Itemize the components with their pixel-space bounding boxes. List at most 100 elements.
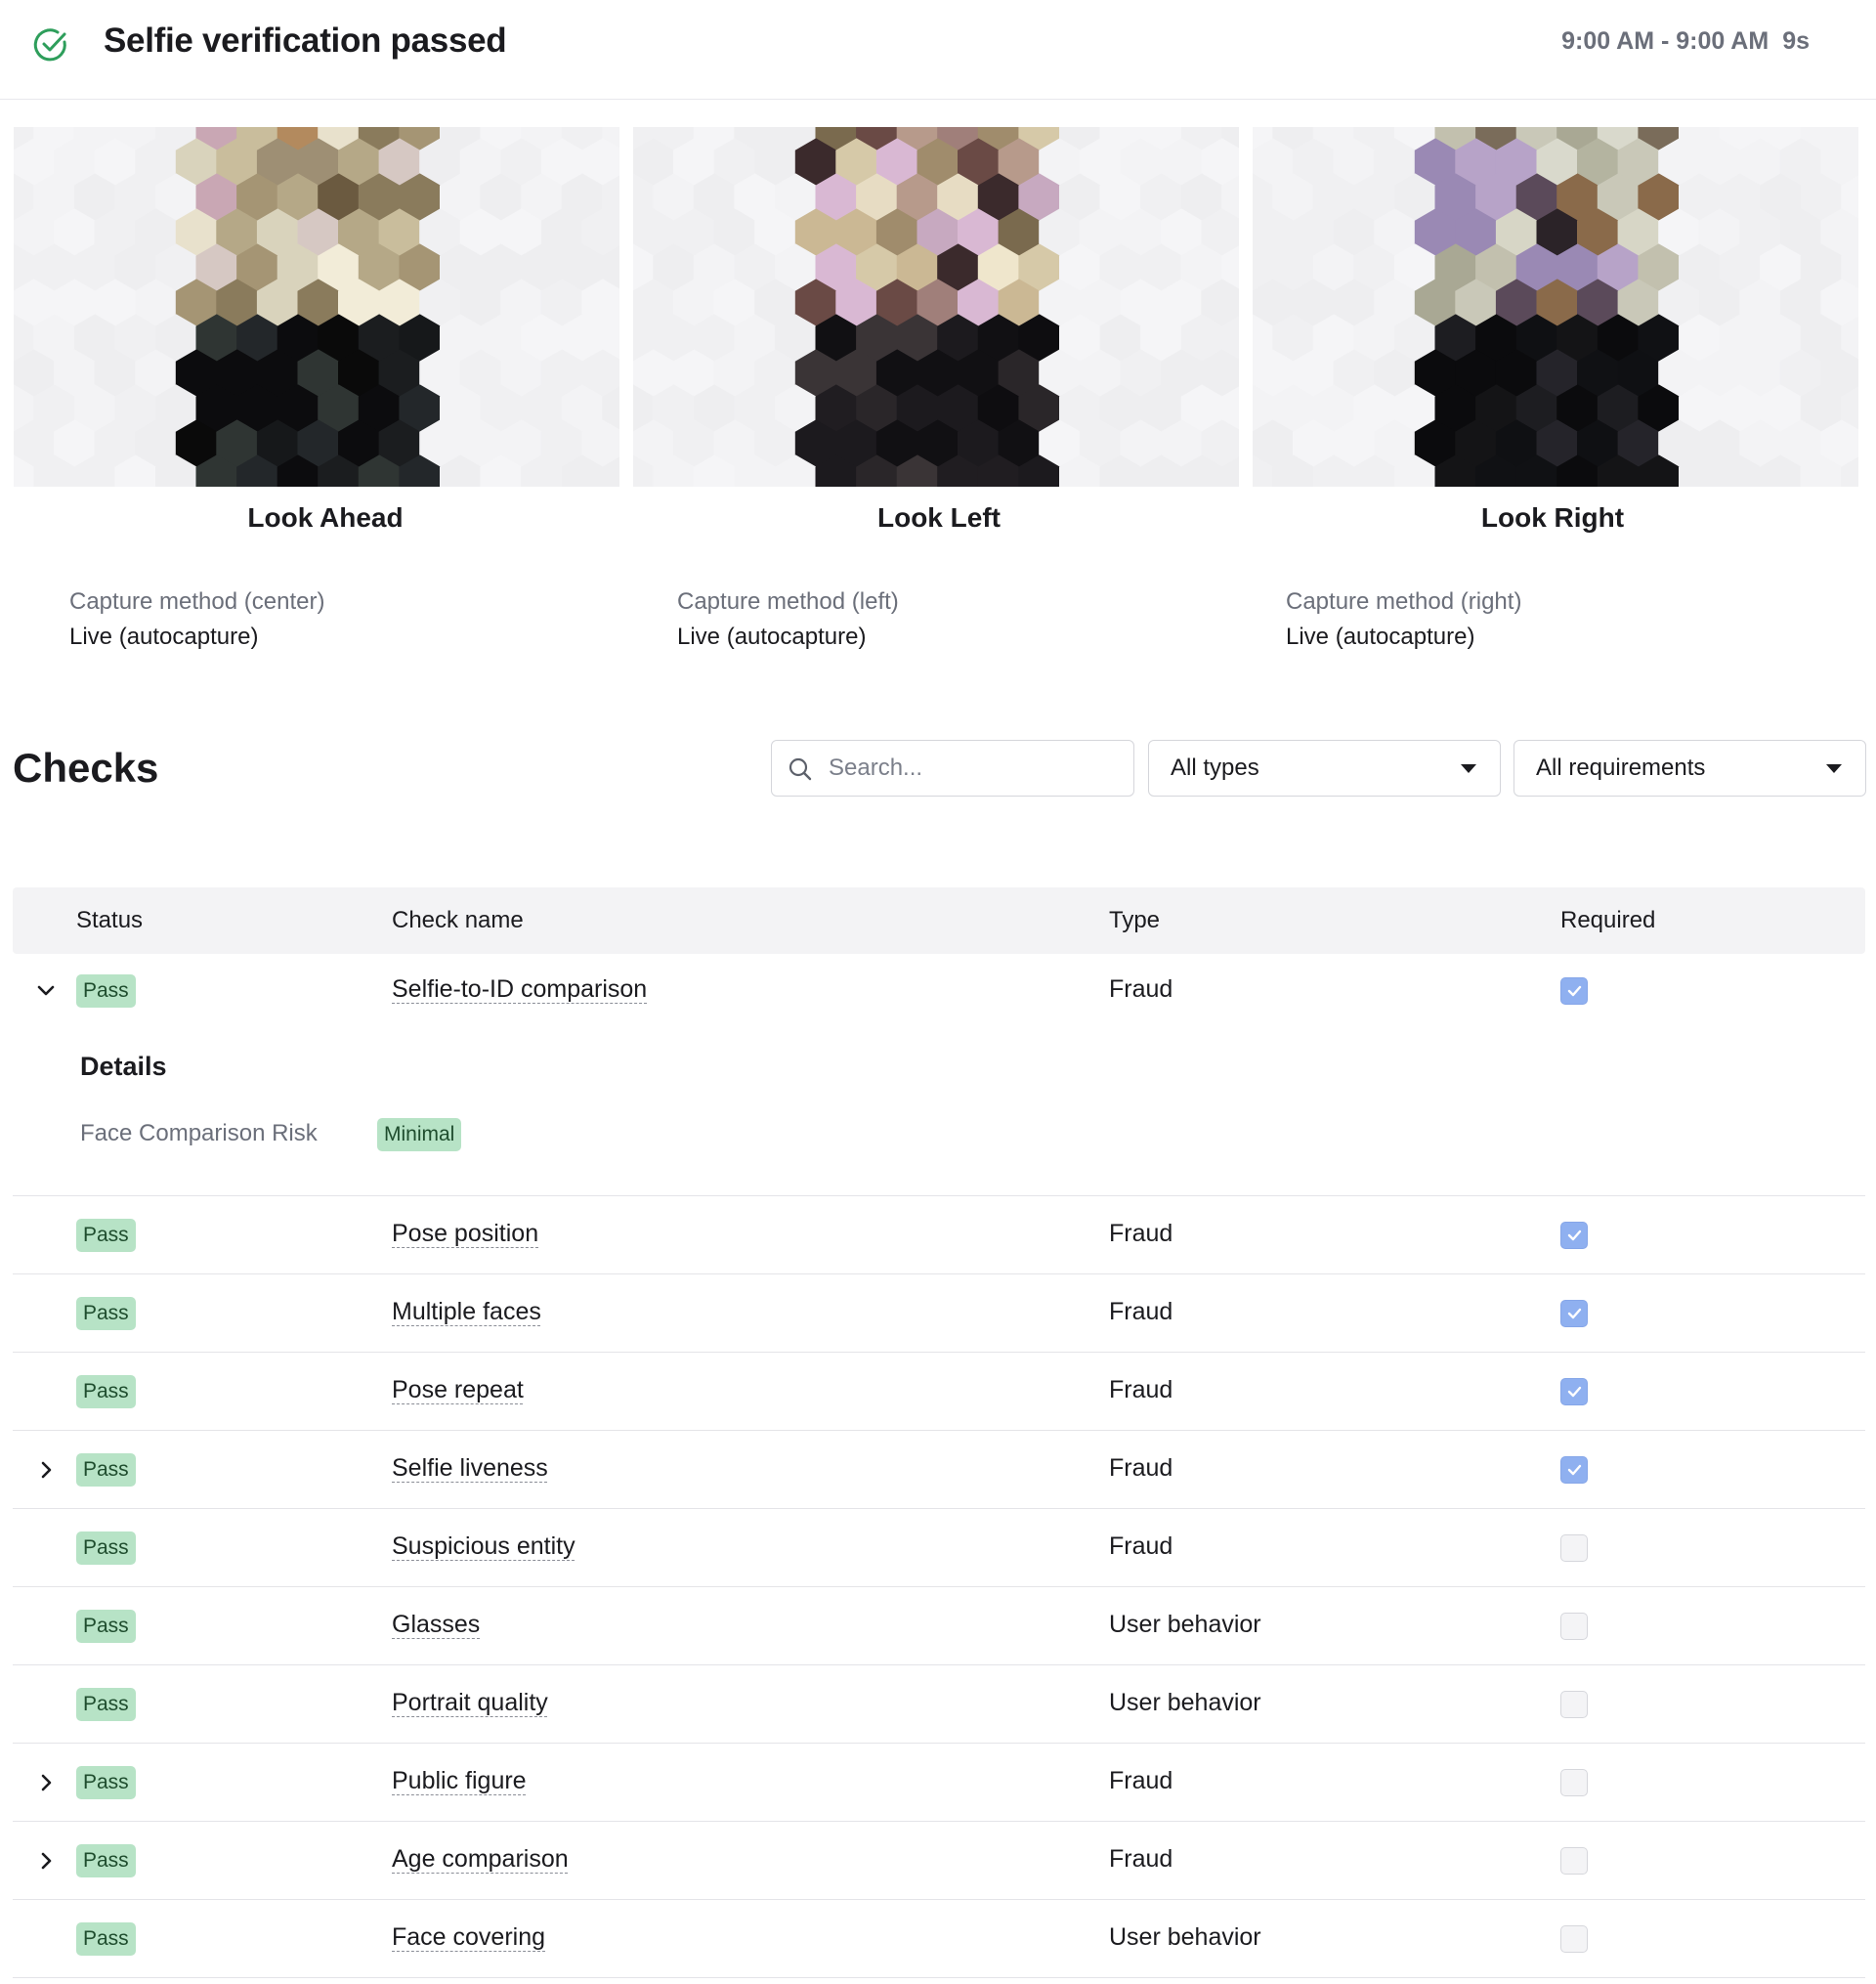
check-name[interactable]: Face covering — [392, 1923, 545, 1952]
table-row[interactable]: Pass Selfie-to-ID comparison Fraud — [13, 954, 1865, 1028]
checks-title: Checks — [13, 745, 159, 791]
checkmark-icon — [1567, 1464, 1582, 1476]
time-range-text: 9:00 AM - 9:00 AM — [1561, 27, 1769, 55]
status-badge: Pass — [76, 974, 136, 1008]
table-row[interactable]: Pass Face covering User behavior — [13, 1900, 1865, 1978]
risk-badge: Minimal — [377, 1118, 462, 1151]
search-input[interactable] — [829, 751, 1122, 786]
search-box[interactable] — [771, 740, 1134, 797]
capture-method-label-left: Capture method (left) — [677, 588, 899, 615]
check-name[interactable]: Public figure — [392, 1767, 527, 1795]
table-row[interactable]: Pass Selfie liveness Fraud — [13, 1431, 1865, 1509]
page-header: Selfie verification passed 9:00 AM - 9:0… — [0, 0, 1876, 100]
check-type: Fraud — [1109, 975, 1173, 1003]
details-title: Details — [80, 1052, 167, 1081]
required-checkbox — [1560, 1456, 1588, 1484]
status-badge: Pass — [76, 1922, 136, 1956]
status-badge: Pass — [76, 1844, 136, 1877]
page-title: Selfie verification passed — [104, 22, 507, 60]
required-checkbox — [1560, 977, 1588, 1005]
required-checkbox — [1560, 1691, 1588, 1718]
table-row[interactable]: Pass Pose repeat Fraud — [13, 1353, 1865, 1431]
table-row[interactable]: Pass Portrait quality User behavior — [13, 1665, 1865, 1744]
caret-down-icon — [1826, 764, 1842, 773]
table-row[interactable]: Pass Multiple faces Fraud — [13, 1274, 1865, 1353]
selfie-mosaic-center — [14, 127, 619, 487]
chevron-right-icon[interactable] — [32, 1847, 60, 1875]
table-row[interactable]: Pass Glasses User behavior — [13, 1587, 1865, 1665]
checkmark-icon — [1567, 1229, 1582, 1241]
selfie-image-right[interactable] — [1253, 127, 1858, 487]
column-header-required[interactable]: Required — [1560, 907, 1655, 934]
check-details-panel: Details Face Comparison Risk Minimal — [13, 1028, 1865, 1196]
check-type: Fraud — [1109, 1454, 1173, 1482]
status-badge: Pass — [76, 1766, 136, 1799]
required-checkbox — [1560, 1925, 1588, 1953]
status-badge: Pass — [76, 1219, 136, 1252]
capture-method-label-right: Capture method (right) — [1286, 588, 1522, 615]
type-filter-select[interactable]: All types — [1148, 740, 1501, 797]
check-name[interactable]: Portrait quality — [392, 1689, 548, 1717]
checkmark-icon — [1567, 1386, 1582, 1398]
check-name[interactable]: Glasses — [392, 1611, 480, 1639]
table-row[interactable]: Pass Public figure Fraud — [13, 1744, 1865, 1822]
search-icon — [789, 757, 812, 781]
check-name[interactable]: Suspicious entity — [392, 1532, 576, 1561]
requirement-filter-value: All requirements — [1536, 755, 1706, 781]
selfie-image-center[interactable] — [14, 127, 619, 487]
check-type: User behavior — [1109, 1689, 1261, 1716]
check-type: Fraud — [1109, 1532, 1173, 1560]
selfie-image-left[interactable] — [633, 127, 1239, 487]
status-badge: Pass — [76, 1297, 136, 1330]
table-row[interactable]: Pass Age comparison Fraud — [13, 1822, 1865, 1900]
status-badge: Pass — [76, 1453, 136, 1487]
column-header-check-name[interactable]: Check name — [392, 907, 524, 934]
check-name[interactable]: Selfie liveness — [392, 1454, 548, 1483]
selfie-mosaic-right — [1253, 127, 1858, 487]
time-range: 9:00 AM - 9:00 AM 9s — [1561, 27, 1810, 56]
selfie-mosaic-left — [633, 127, 1239, 487]
required-checkbox — [1560, 1300, 1588, 1327]
check-type: Fraud — [1109, 1298, 1173, 1325]
chevron-right-icon[interactable] — [32, 1769, 60, 1796]
selfie-label-right: Look Right — [1480, 502, 1625, 533]
status-badge: Pass — [76, 1375, 136, 1408]
check-name[interactable]: Age comparison — [392, 1845, 569, 1874]
requirement-filter-select[interactable]: All requirements — [1514, 740, 1866, 797]
check-type: User behavior — [1109, 1611, 1261, 1638]
column-header-type[interactable]: Type — [1109, 907, 1160, 934]
capture-method-label-center: Capture method (center) — [69, 588, 325, 615]
check-type: Fraud — [1109, 1220, 1173, 1247]
check-name[interactable]: Selfie-to-ID comparison — [392, 975, 647, 1004]
selfie-label-left: Look Left — [877, 502, 1001, 533]
check-name[interactable]: Multiple faces — [392, 1298, 541, 1326]
chevron-right-icon[interactable] — [32, 1456, 60, 1484]
type-filter-value: All types — [1171, 755, 1259, 781]
check-name[interactable]: Pose position — [392, 1220, 538, 1248]
column-header-status[interactable]: Status — [76, 907, 143, 934]
check-circle-icon — [33, 28, 66, 62]
capture-method-value-right: Live (autocapture) — [1286, 624, 1475, 650]
capture-method-value-center: Live (autocapture) — [69, 624, 259, 650]
table-row[interactable]: Pass Suspicious entity Fraud — [13, 1509, 1865, 1587]
selfie-label-center: Look Ahead — [247, 502, 404, 533]
capture-method-value-left: Live (autocapture) — [677, 624, 867, 650]
required-checkbox — [1560, 1534, 1588, 1562]
status-badge: Pass — [76, 1688, 136, 1721]
status-badge: Pass — [76, 1531, 136, 1565]
caret-down-icon — [1461, 764, 1476, 773]
check-name[interactable]: Pose repeat — [392, 1376, 524, 1404]
status-badge: Pass — [76, 1610, 136, 1643]
check-type: User behavior — [1109, 1923, 1261, 1951]
required-checkbox — [1560, 1613, 1588, 1640]
check-type: Fraud — [1109, 1845, 1173, 1873]
check-type: Fraud — [1109, 1376, 1173, 1403]
table-row[interactable]: Pass Pose position Fraud — [13, 1196, 1865, 1274]
checkmark-icon — [1567, 985, 1582, 997]
chevron-down-icon[interactable] — [32, 977, 60, 1005]
table-header: Status Check name Type Required — [13, 887, 1865, 954]
checkmark-icon — [1567, 1308, 1582, 1319]
required-checkbox — [1560, 1378, 1588, 1405]
required-checkbox — [1560, 1222, 1588, 1249]
required-checkbox — [1560, 1847, 1588, 1875]
